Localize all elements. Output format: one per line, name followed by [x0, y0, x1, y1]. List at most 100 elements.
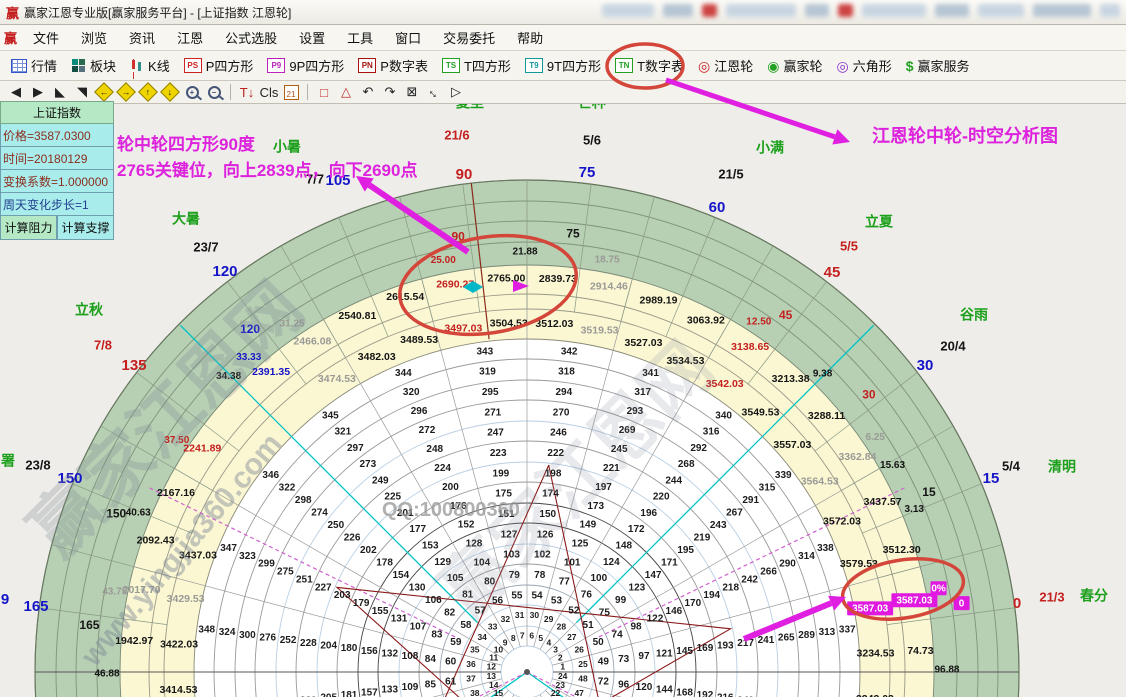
- tool-zoom-in[interactable]: +: [182, 83, 202, 101]
- wheel-number: 97: [638, 651, 650, 662]
- tool-rotate-ccw[interactable]: ↶: [358, 83, 378, 101]
- wheel-number: 96: [618, 679, 630, 690]
- toolbar-button-9p-square[interactable]: P99P四方形: [260, 54, 351, 77]
- toolbar-button-t-number-table[interactable]: TNT数字表: [608, 54, 691, 77]
- tool-delete-box[interactable]: ⊠: [402, 83, 422, 101]
- menu-item-tools[interactable]: 工具: [336, 26, 384, 49]
- wheel-number: 200: [442, 482, 459, 493]
- tool-corner-left[interactable]: ◣: [50, 83, 70, 101]
- menu-item-file[interactable]: 文件: [22, 26, 70, 49]
- calendar-icon: 21: [284, 85, 299, 100]
- calc-support-button[interactable]: 计算支撑: [57, 216, 114, 240]
- tool-zoom-out[interactable]: −: [204, 83, 224, 101]
- wheel-number: 155: [372, 606, 389, 617]
- wheel-number: 27: [567, 632, 577, 642]
- price-ring-outer-label: 3213.38: [772, 373, 810, 385]
- wheel-number: 216: [717, 693, 734, 697]
- toolbar-button-sectors[interactable]: 板块: [64, 54, 123, 77]
- degree-label: 15: [983, 470, 1000, 487]
- price-ring-inner-label: 3504.53: [490, 317, 528, 329]
- delete-box-icon: ⊠: [407, 84, 418, 100]
- tool-cls-button[interactable]: Cls: [259, 83, 279, 101]
- toolbar-button-p-square[interactable]: PSP四方形: [177, 54, 261, 77]
- wheel-number: 316: [703, 427, 720, 438]
- date-label: 5/5: [840, 238, 858, 253]
- menu-item-trade-order[interactable]: 交易委托: [432, 26, 506, 49]
- tool-diamond-up[interactable]: ↑: [138, 83, 158, 101]
- toolbar-button-winner-service[interactable]: $赢家服务: [899, 54, 977, 77]
- wheel-number: 294: [555, 387, 572, 398]
- price-ring-inner-label: 3482.03: [358, 351, 396, 363]
- tool-corner-right[interactable]: ◥: [72, 83, 92, 101]
- tool-arrow-left[interactable]: ◀: [6, 83, 26, 101]
- toolbar-button-hexagon[interactable]: ◎六角形: [830, 54, 899, 77]
- wheel-number: 123: [629, 582, 646, 593]
- wheel-number: 101: [564, 558, 581, 569]
- wheel-number: 321: [335, 427, 352, 438]
- wheel-number: 6: [529, 631, 534, 641]
- blurred-icon: [702, 4, 717, 17]
- menu-item-formula-stock-picker[interactable]: 公式选股: [214, 26, 288, 49]
- menu-item-news[interactable]: 资讯: [118, 26, 166, 49]
- wheel-number: 2: [558, 652, 563, 662]
- price-ring-inner-label: 3242.03: [856, 693, 894, 697]
- wheel-number: 344: [395, 368, 412, 379]
- price-ring-inner-label: 3572.03: [823, 516, 861, 528]
- wheel-number: 169: [697, 643, 714, 654]
- wheel-number: 244: [665, 475, 682, 486]
- tool-cursor-tool[interactable]: ▷: [446, 83, 466, 101]
- tool-resize-diag[interactable]: ↔: [424, 83, 444, 101]
- date-label: 21/3: [1039, 589, 1064, 604]
- toolbar-button-gann-wheel[interactable]: ◎江恩轮: [691, 54, 760, 77]
- tool-arrow-right[interactable]: ▶: [28, 83, 48, 101]
- menu-item-window[interactable]: 窗口: [384, 26, 432, 49]
- degree-ring-label: 75: [566, 227, 580, 241]
- toolbar-button-p-number-table[interactable]: PNP数字表: [351, 54, 435, 77]
- calc-resistance-button[interactable]: 计算阻力: [0, 216, 57, 240]
- percent-ring-label: 15.63: [880, 460, 905, 471]
- blocks-icon: [71, 58, 86, 73]
- solar-term-label: 立夏: [865, 214, 894, 230]
- wheel-number: 274: [311, 507, 328, 518]
- menu-item-settings[interactable]: 设置: [288, 26, 336, 49]
- blurred-icon: [726, 4, 796, 17]
- toolbar-label: 板块: [90, 56, 116, 75]
- tool-triangle-tool[interactable]: △: [336, 83, 356, 101]
- toolbar-button-kline[interactable]: K线: [123, 54, 177, 77]
- tool-diamond-right[interactable]: →: [116, 83, 136, 101]
- wheel-number: 275: [277, 567, 294, 578]
- tool-rotate-cw[interactable]: ↷: [380, 83, 400, 101]
- tool-diamond-left[interactable]: ←: [94, 83, 114, 101]
- wheel-number: 250: [327, 520, 344, 531]
- wheel-number: 108: [402, 651, 419, 662]
- price-ring-outer-label: 2540.81: [338, 310, 376, 322]
- tool-t-marker[interactable]: T↓: [237, 83, 257, 101]
- wheel-number: 32: [501, 614, 511, 624]
- wheel-number: 179: [353, 598, 370, 609]
- menu-item-help[interactable]: 帮助: [506, 26, 554, 49]
- tool-calendar[interactable]: 21: [281, 83, 301, 101]
- toolbar-button-t-square[interactable]: TST四方形: [435, 54, 518, 77]
- wheel-number: 52: [568, 606, 580, 617]
- price-ring-outer-label: 3587.03: [896, 595, 933, 606]
- wheel-number: 61: [445, 677, 457, 688]
- toolbar-label: 赢家轮: [783, 56, 822, 75]
- menu-item-browse[interactable]: 浏览: [70, 26, 118, 49]
- tool-diamond-down[interactable]: ↓: [160, 83, 180, 101]
- toolbar-button-winner-wheel[interactable]: ◉赢家轮: [760, 54, 829, 77]
- wheel-number: 268: [678, 459, 695, 470]
- menu-item-gann[interactable]: 江恩: [166, 26, 214, 49]
- wheel-number: 248: [426, 444, 443, 455]
- wheel-number: 29: [544, 614, 554, 624]
- toolbar-label: P四方形: [206, 56, 254, 75]
- toolbar-button-quotes[interactable]: 行情: [4, 54, 64, 77]
- wheel-number: 47: [574, 688, 584, 697]
- toolbar-label: 9T四方形: [547, 56, 601, 75]
- wheel-number: 249: [372, 475, 389, 486]
- tool-rect-tool[interactable]: □: [314, 83, 334, 101]
- toolbar-separator: [230, 84, 231, 100]
- wheel-number: 25: [578, 659, 588, 669]
- wheel-number: 241: [758, 635, 775, 646]
- price-ring-outer-label: 3362.84: [838, 451, 876, 463]
- toolbar-button-9t-square[interactable]: T99T四方形: [518, 54, 608, 77]
